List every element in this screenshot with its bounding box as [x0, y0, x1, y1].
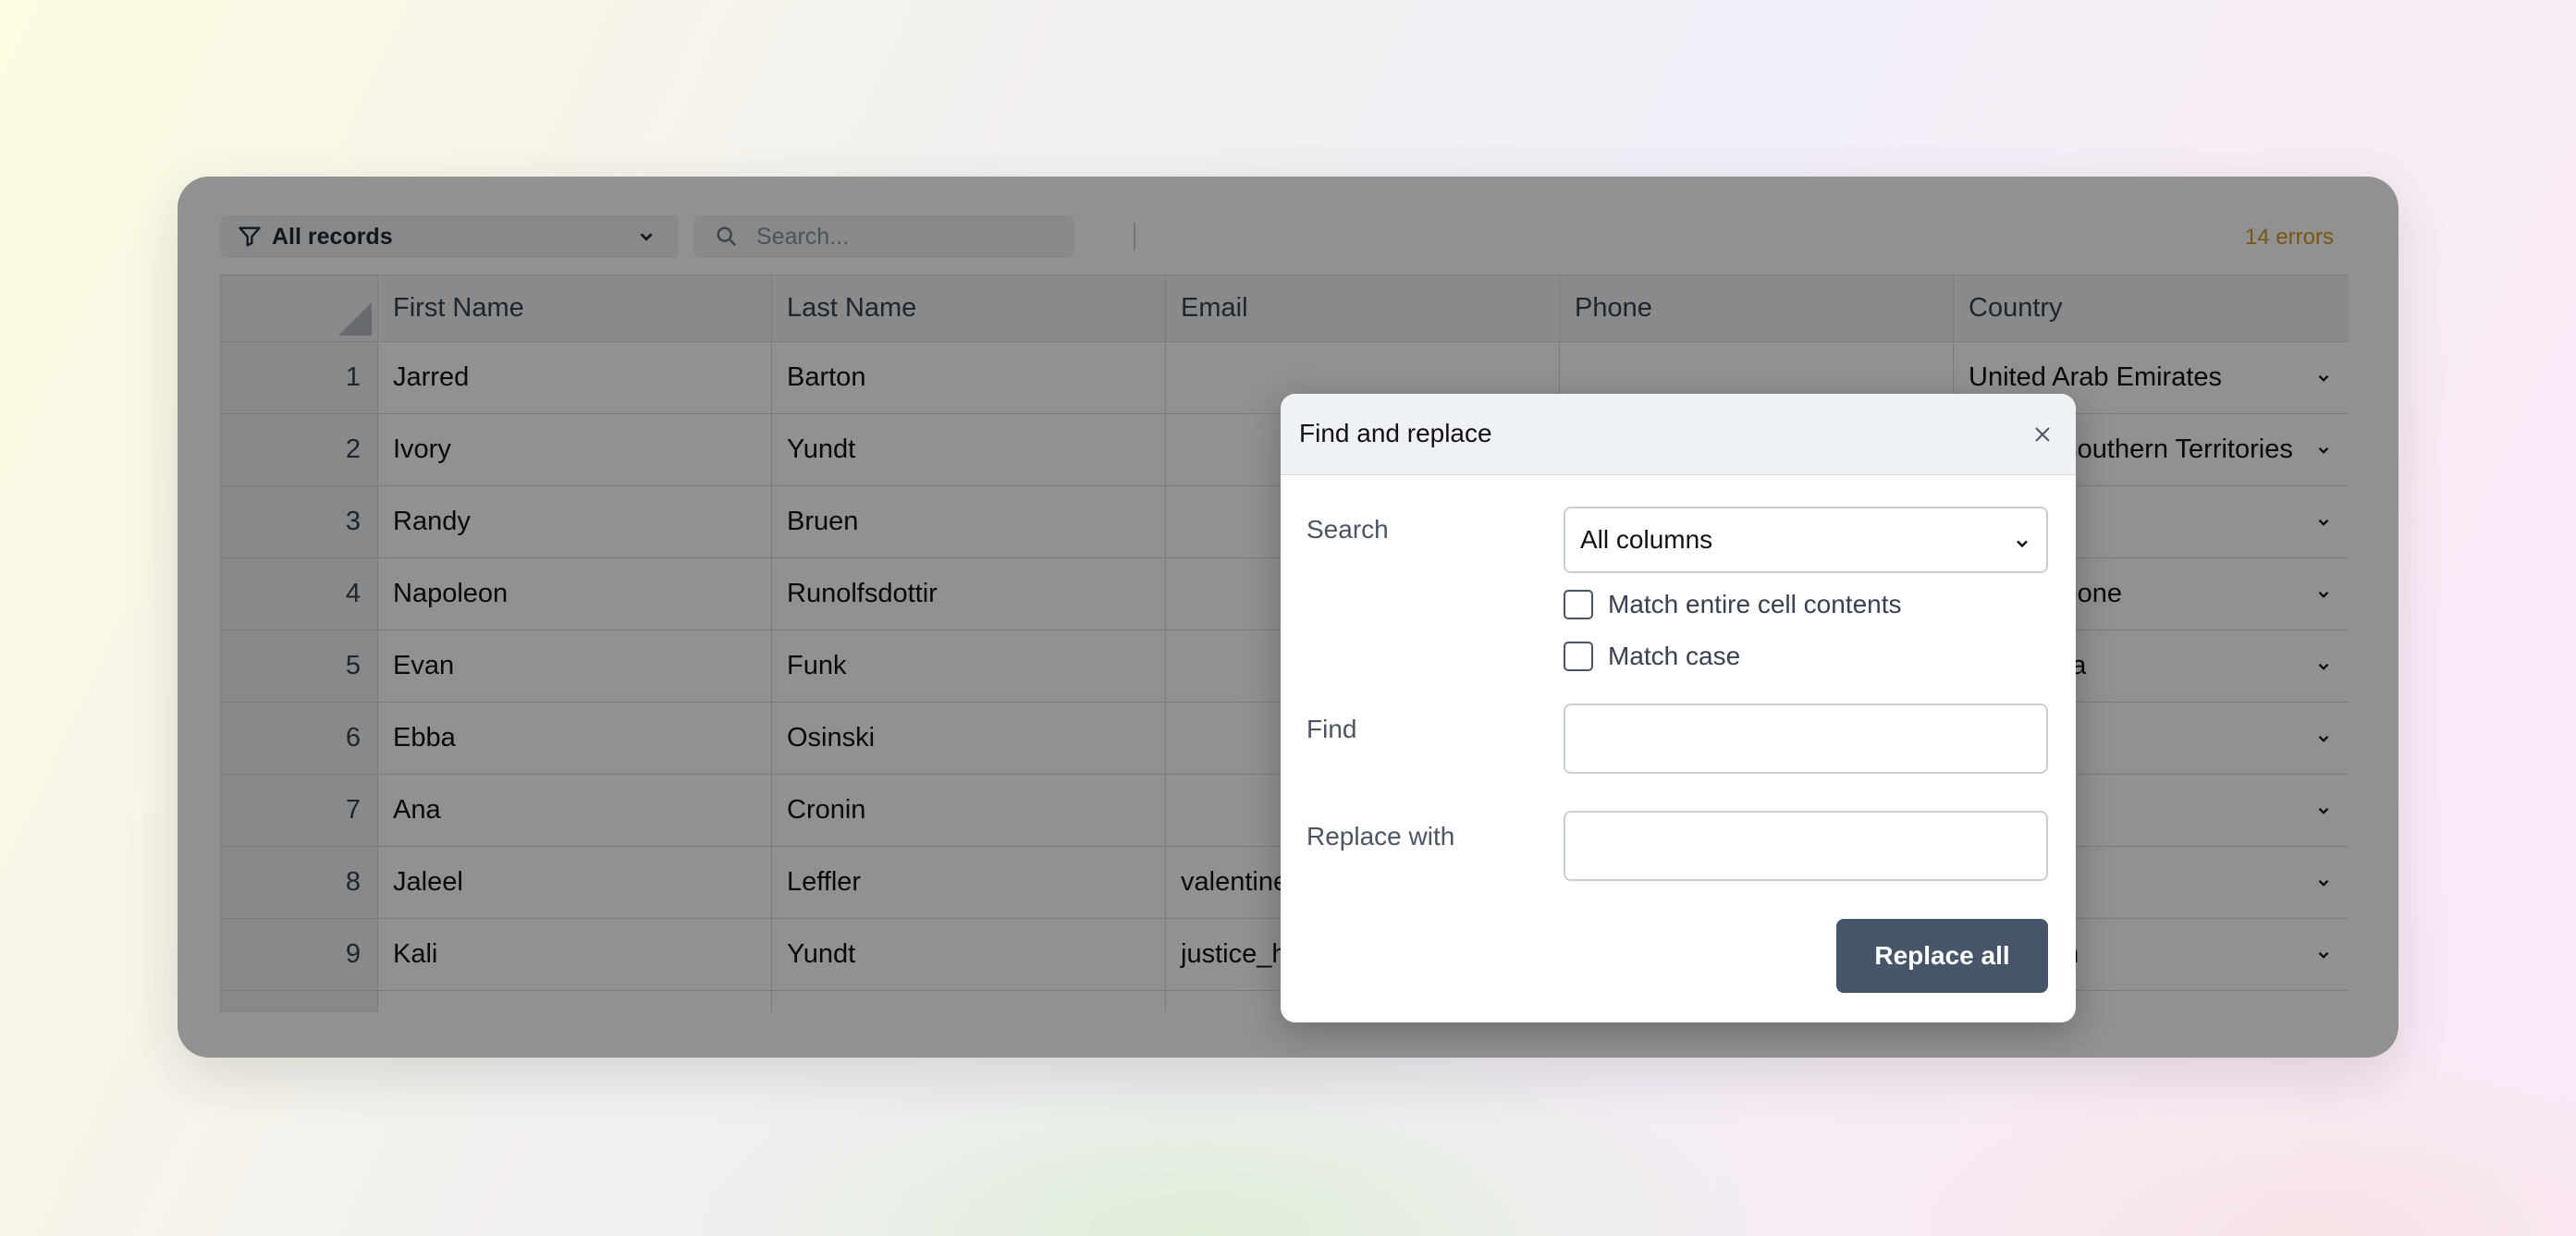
- dialog-header: Find and replace: [1281, 394, 2076, 475]
- chevron-down-icon: [2017, 540, 2028, 548]
- find-replace-dialog: Find and replace Search All columns Matc…: [1281, 394, 2076, 1022]
- match-entire-label: Match entire cell contents: [1608, 590, 1902, 618]
- close-icon[interactable]: [2031, 423, 2054, 446]
- replace-label: Replace with: [1306, 822, 1455, 851]
- match-case-label: Match case: [1608, 642, 1741, 670]
- replace-input[interactable]: [1564, 811, 2048, 881]
- find-label: Find: [1306, 715, 1357, 743]
- match-entire-option[interactable]: Match entire cell contents: [1564, 590, 1902, 619]
- dialog-title: Find and replace: [1299, 419, 1492, 447]
- search-scope-label: Search: [1306, 515, 1389, 544]
- match-case-checkbox[interactable]: [1564, 642, 1593, 671]
- find-input[interactable]: [1564, 704, 2048, 774]
- search-scope-select[interactable]: All columns: [1564, 507, 2048, 573]
- match-case-option[interactable]: Match case: [1564, 642, 1740, 671]
- search-scope-value: All columns: [1580, 525, 1713, 554]
- data-grid-card: All records Search... 14 errors First Na…: [178, 177, 2398, 1058]
- match-entire-checkbox[interactable]: [1564, 590, 1593, 619]
- replace-all-button[interactable]: Replace all: [1836, 919, 2048, 993]
